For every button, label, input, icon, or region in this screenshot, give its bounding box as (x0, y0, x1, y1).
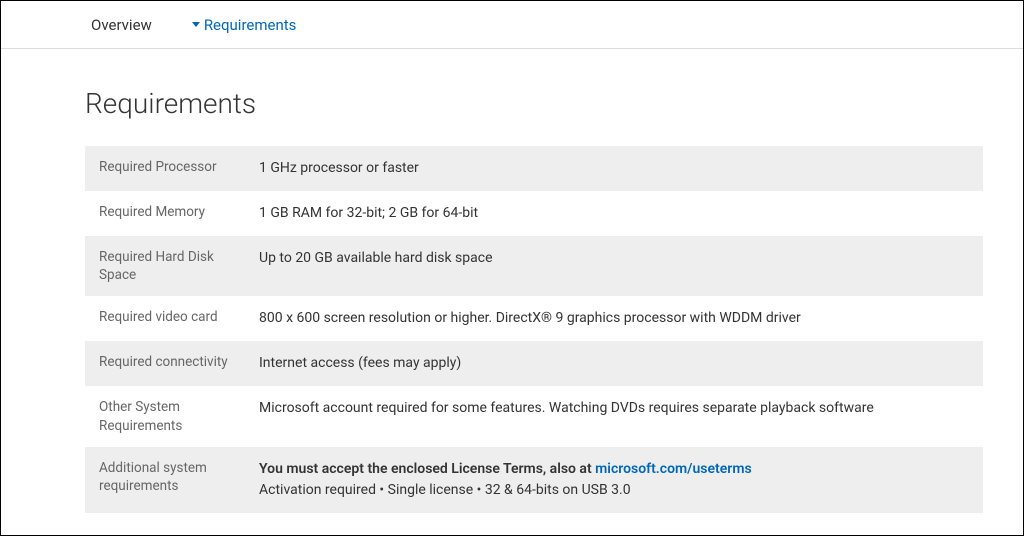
row-value: You must accept the enclosed License Ter… (259, 459, 752, 501)
row-label: Additional system requirements (99, 459, 259, 495)
table-row: Required Memory 1 GB RAM for 32-bit; 2 G… (85, 191, 983, 236)
table-row: Required connectivity Internet access (f… (85, 341, 983, 386)
table-row-additional: Additional system requirements You must … (85, 447, 983, 513)
row-value: Internet access (fees may apply) (259, 353, 461, 374)
table-row: Other System Requirements Microsoft acco… (85, 386, 983, 446)
tab-requirements[interactable]: Requirements (192, 16, 297, 34)
table-row: Required video card 800 x 600 screen res… (85, 296, 983, 341)
row-value: 800 x 600 screen resolution or higher. D… (259, 308, 801, 329)
row-value: 1 GB RAM for 32-bit; 2 GB for 64-bit (259, 203, 478, 224)
tab-overview-label: Overview (91, 16, 152, 34)
caret-down-icon (192, 22, 200, 27)
license-bold-text: You must accept the enclosed License Ter… (259, 461, 752, 477)
row-label: Required Hard Disk Space (99, 248, 259, 284)
license-prefix: You must accept the enclosed License Ter… (259, 461, 595, 477)
table-row: Required Processor 1 GHz processor or fa… (85, 146, 983, 191)
row-value: Up to 20 GB available hard disk space (259, 248, 493, 269)
table-row: Required Hard Disk Space Up to 20 GB ava… (85, 236, 983, 296)
page-title: Requirements (85, 87, 983, 120)
row-label: Required Processor (99, 158, 259, 176)
row-label: Required Memory (99, 203, 259, 221)
row-label: Required video card (99, 308, 259, 326)
tab-overview[interactable]: Overview (91, 16, 152, 34)
tab-requirements-label: Requirements (204, 16, 297, 34)
requirements-table: Required Processor 1 GHz processor or fa… (85, 146, 983, 513)
license-line2: Activation required • Single license • 3… (259, 482, 631, 498)
useterms-link[interactable]: microsoft.com/useterms (595, 461, 752, 477)
tab-bar: Overview Requirements (1, 1, 1023, 49)
row-label: Required connectivity (99, 353, 259, 371)
content-area: Requirements Required Processor 1 GHz pr… (1, 49, 1023, 513)
row-value: Microsoft account required for some feat… (259, 398, 874, 419)
row-value: 1 GHz processor or faster (259, 158, 419, 179)
row-label: Other System Requirements (99, 398, 259, 434)
